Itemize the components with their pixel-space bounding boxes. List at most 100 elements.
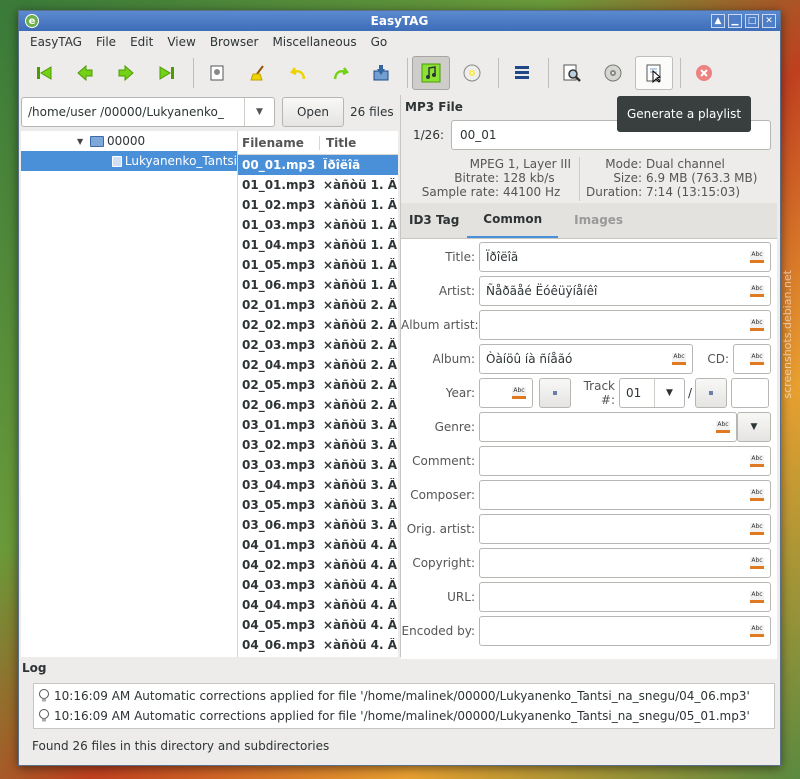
encoded-by-field[interactable]: Abc xyxy=(479,616,771,646)
path-entry[interactable]: /home/user /00000/Lukyanenko_ xyxy=(22,105,244,119)
file-row[interactable]: 01_06.mp3 ×àñòü 1. Ä xyxy=(238,275,398,295)
abc-icon[interactable]: Abc xyxy=(750,523,764,535)
cddb-search-button[interactable] xyxy=(453,56,491,90)
last-file-button[interactable] xyxy=(148,56,186,90)
album-artist-field[interactable]: Abc xyxy=(479,310,771,340)
file-row[interactable]: 01_03.mp3 ×àñòü 1. Ä xyxy=(238,215,398,235)
file-row[interactable]: 04_02.mp3 ×àñòü 4. Ä xyxy=(238,555,398,575)
info-key: Bitrate: xyxy=(454,171,499,185)
abc-icon[interactable]: Abc xyxy=(672,353,686,365)
title-field[interactable]: Ïðîëîã Abc xyxy=(479,242,771,272)
orig-artist-field[interactable]: Abc xyxy=(479,514,771,544)
cd-field[interactable]: Abc xyxy=(733,344,771,374)
year-field[interactable]: Abc xyxy=(479,378,533,408)
file-row[interactable]: 02_02.mp3 ×àñòü 2. Ä xyxy=(238,315,398,335)
file-row[interactable]: 03_04.mp3 ×àñòü 3. Ä xyxy=(238,475,398,495)
open-button[interactable]: Open xyxy=(282,97,344,127)
track-combo[interactable]: 01 ▼ xyxy=(619,378,685,408)
chevron-down-icon[interactable]: ▼ xyxy=(244,98,274,126)
file-row[interactable]: 02_05.mp3 ×àñòü 2. Ä xyxy=(238,375,398,395)
tab-id3-tag[interactable]: ID3 Tag xyxy=(401,202,467,238)
menu-file[interactable]: File xyxy=(89,35,123,49)
next-file-button[interactable] xyxy=(107,56,145,90)
path-combo[interactable]: /home/user /00000/Lukyanenko_ ▼ xyxy=(21,97,275,127)
abc-icon[interactable]: Abc xyxy=(750,319,764,331)
file-row[interactable]: 00_01.mp3 Ïðîëîã xyxy=(238,155,398,175)
file-row[interactable]: 01_02.mp3 ×àñòü 1. Ä xyxy=(238,195,398,215)
apply-track-button[interactable] xyxy=(695,378,727,408)
file-row[interactable]: 01_05.mp3 ×àñòü 1. Ä xyxy=(238,255,398,275)
tree-item-lukyanenko[interactable]: Lukyanenko_Tantsi xyxy=(21,151,237,171)
titlebar[interactable]: e EasyTAG ▲ ▁ □ ✕ xyxy=(19,11,780,31)
abc-icon[interactable]: Abc xyxy=(512,387,526,399)
first-file-button[interactable] xyxy=(25,56,63,90)
abc-icon[interactable]: Abc xyxy=(750,353,764,365)
track-total-field[interactable] xyxy=(731,378,769,408)
menu-easytag[interactable]: EasyTAG xyxy=(23,35,89,49)
file-row[interactable]: 01_01.mp3 ×àñòü 1. Ä xyxy=(238,175,398,195)
abc-icon[interactable]: Abc xyxy=(750,251,764,263)
previous-file-button[interactable] xyxy=(66,56,104,90)
redo-button[interactable] xyxy=(321,56,359,90)
file-row[interactable]: 01_04.mp3 ×àñòü 1. Ä xyxy=(238,235,398,255)
clear-button[interactable] xyxy=(239,56,277,90)
abc-icon[interactable]: Abc xyxy=(750,625,764,637)
column-title[interactable]: Title xyxy=(320,136,356,150)
file-row[interactable]: 02_04.mp3 ×àñòü 2. Ä xyxy=(238,355,398,375)
abc-icon[interactable]: Abc xyxy=(750,489,764,501)
stop-button[interactable] xyxy=(685,56,723,90)
chevron-down-icon[interactable]: ▼ xyxy=(654,379,684,407)
close-button[interactable]: ✕ xyxy=(762,14,776,28)
save-button[interactable] xyxy=(362,56,400,90)
tree-item-00000[interactable]: ▼ 00000 xyxy=(21,131,237,151)
abc-icon[interactable]: Abc xyxy=(750,591,764,603)
menu-view[interactable]: View xyxy=(160,35,202,49)
file-row[interactable]: 02_06.mp3 ×àñòü 2. Ä xyxy=(238,395,398,415)
url-field[interactable]: Abc xyxy=(479,582,771,612)
file-row[interactable]: 04_06.mp3 ×àñòü 4. Ä xyxy=(238,635,398,655)
file-row[interactable]: 04_04.mp3 ×àñòü 4. Ä xyxy=(238,595,398,615)
menu-edit[interactable]: Edit xyxy=(123,35,160,49)
shade-button[interactable]: ▲ xyxy=(711,14,725,28)
file-row[interactable]: 04_03.mp3 ×àñòü 4. Ä xyxy=(238,575,398,595)
minimize-button[interactable]: ▁ xyxy=(728,14,742,28)
tab-common[interactable]: Common xyxy=(467,202,559,238)
file-row[interactable]: 03_06.mp3 ×àñòü 3. Ä xyxy=(238,515,398,535)
search-button[interactable] xyxy=(553,56,591,90)
undo-button[interactable] xyxy=(280,56,318,90)
scan-files-button[interactable] xyxy=(198,56,236,90)
file-row[interactable]: 02_01.mp3 ×àñòü 2. Ä xyxy=(238,295,398,315)
artist-field[interactable]: Ñåðãåé Ëóêüÿíåíêî Abc xyxy=(479,276,771,306)
maximize-button[interactable]: □ xyxy=(745,14,759,28)
view-artist-album-button[interactable] xyxy=(412,56,450,90)
file-row[interactable]: 04_05.mp3 ×àñòü 4. Ä xyxy=(238,615,398,635)
invert-selection-button[interactable] xyxy=(503,56,541,90)
file-row[interactable]: 03_03.mp3 ×àñòü 3. Ä xyxy=(238,455,398,475)
composer-field[interactable]: Abc xyxy=(479,480,771,510)
tab-images[interactable]: Images xyxy=(558,202,639,238)
menu-browser[interactable]: Browser xyxy=(203,35,266,49)
menu-go[interactable]: Go xyxy=(364,35,395,49)
comment-field[interactable]: Abc xyxy=(479,446,771,476)
genre-dropdown[interactable]: ▼ xyxy=(737,412,771,442)
abc-icon[interactable]: Abc xyxy=(716,421,730,433)
cd-button[interactable] xyxy=(594,56,632,90)
genre-field[interactable]: Abc xyxy=(479,412,737,442)
album-field[interactable]: Òàíöû íà ñíåãó Abc xyxy=(479,344,693,374)
abc-icon[interactable]: Abc xyxy=(750,455,764,467)
copyright-field[interactable]: Abc xyxy=(479,548,771,578)
generate-playlist-button[interactable] xyxy=(635,56,673,90)
log-view[interactable]: 10:16:09 AM Automatic corrections applie… xyxy=(33,683,775,729)
abc-icon[interactable]: Abc xyxy=(750,557,764,569)
file-row[interactable]: 04_01.mp3 ×àñòü 4. Ä xyxy=(238,535,398,555)
file-row[interactable]: 03_05.mp3 ×àñòü 3. Ä xyxy=(238,495,398,515)
expander-icon[interactable]: ▼ xyxy=(77,137,87,146)
file-row[interactable]: 03_02.mp3 ×àñòü 3. Ä xyxy=(238,435,398,455)
file-row[interactable]: 03_01.mp3 ×àñòü 3. Ä xyxy=(238,415,398,435)
column-filename[interactable]: Filename xyxy=(238,135,320,150)
apply-year-button[interactable] xyxy=(539,378,571,408)
file-row[interactable]: 02_03.mp3 ×àñòü 2. Ä xyxy=(238,335,398,355)
menu-miscellaneous[interactable]: Miscellaneous xyxy=(265,35,363,49)
info-bulb-icon xyxy=(39,689,49,702)
abc-icon[interactable]: Abc xyxy=(750,285,764,297)
